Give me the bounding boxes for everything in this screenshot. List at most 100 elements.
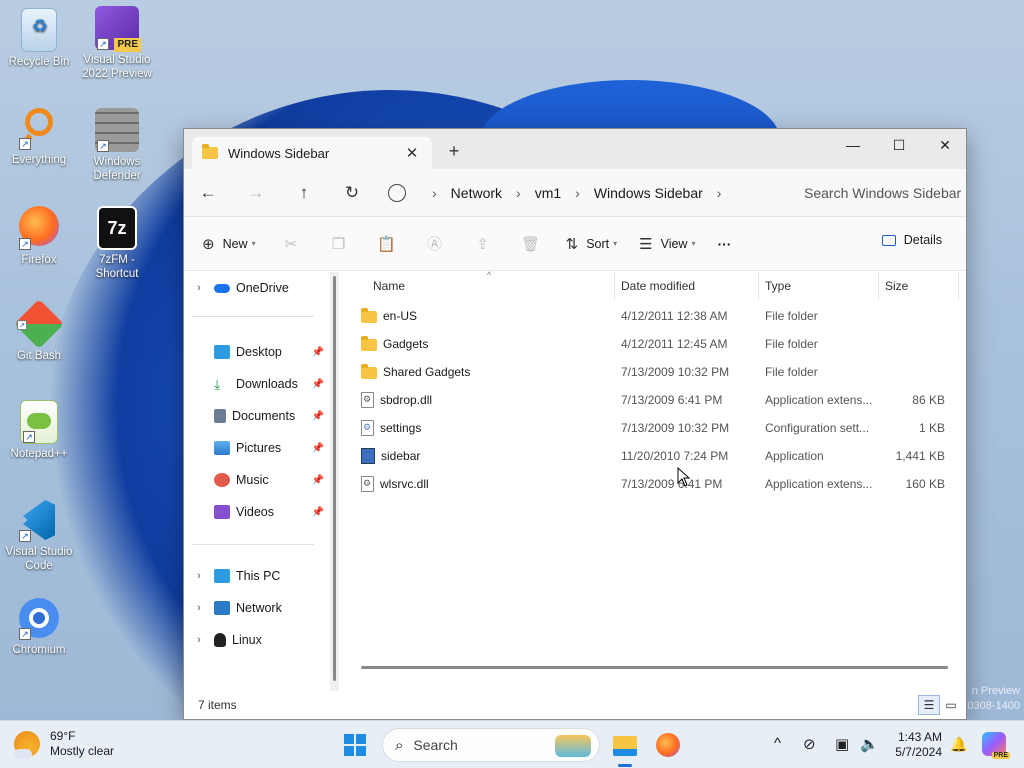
network-icon [214, 601, 230, 615]
network-status-icon[interactable]: ⊘ [803, 735, 816, 753]
shortcut-arrow-icon: ↗ [97, 38, 109, 50]
desktop-icon-everything[interactable]: ↗ Everything [0, 106, 78, 167]
file-size-cell: 160 KB [905, 477, 945, 491]
desktop-icon-vscode[interactable]: ↗ Visual Studio Code [0, 498, 78, 573]
more-options-button[interactable]: ··· [717, 236, 731, 252]
forward-button[interactable]: → [232, 183, 280, 203]
document-icon [214, 409, 226, 423]
taskbar-firefox[interactable] [652, 729, 684, 761]
file-type-cell: Configuration sett... [765, 421, 870, 435]
taskbar-file-explorer[interactable] [609, 729, 641, 767]
sort-button[interactable]: ⇅ Sort ▾ [566, 235, 618, 253]
desktop-icon-visual-studio[interactable]: PRE ↗ Visual Studio 2022 Preview [78, 6, 156, 81]
sidebar-item-downloads[interactable]: ⤓ Downloads 📌 [184, 370, 324, 398]
refresh-button[interactable]: ↻ [328, 183, 376, 203]
chevron-right-icon[interactable]: › [184, 282, 214, 294]
table-row[interactable]: settings 7/13/2009 10:32 PM Configuration … [339, 414, 966, 442]
system-clock[interactable]: 1:43 AM 5/7/2024 [892, 730, 942, 760]
share-icon[interactable]: ⇪ [470, 235, 496, 253]
display-icon[interactable]: ▣ [835, 735, 849, 753]
file-rows: en-US 4/12/2011 12:38 AM File folder Gadget… [339, 302, 966, 498]
new-button[interactable]: ⊕ New ▾ [202, 235, 256, 253]
tiles-view-button[interactable]: ▭ [940, 695, 962, 715]
weather-widget[interactable]: 69°F Mostly clear [14, 729, 114, 759]
table-row[interactable]: sidebar 11/20/2010 7:24 PM Application 1,44… [339, 442, 966, 470]
rename-icon[interactable]: Ⓐ [422, 233, 448, 254]
table-row[interactable]: wlsrvc.dll7/13/2009 6:41 PMApplication e… [339, 470, 966, 498]
desktop-icon-chromium[interactable]: ↗ Chromium [0, 596, 78, 657]
file-list: ^ Name Date modified Type Size en-US 4/12… [339, 270, 966, 691]
copy-icon[interactable]: ❐ [326, 235, 352, 253]
desktop-icon-recycle-bin[interactable]: ♻ Recycle Bin [0, 8, 78, 69]
sidebar-item-network[interactable]: › Network [184, 594, 324, 622]
start-button[interactable] [344, 734, 366, 756]
up-button[interactable]: ↑ [280, 183, 328, 203]
breadcrumb[interactable]: › Network › vm1 › Windows Sidebar › [388, 176, 768, 210]
horizontal-scrollbar[interactable] [361, 666, 948, 669]
sidebar-item-documents[interactable]: Documents 📌 [184, 402, 324, 430]
breadcrumb-separator[interactable]: › [516, 185, 521, 201]
explorer-body: › OneDrive Desktop 📌 ⤓ Downloads 📌 Docum… [184, 270, 966, 691]
breadcrumb-separator[interactable]: › [575, 185, 580, 201]
table-row[interactable]: Gadgets 4/12/2011 12:45 AM File folder [339, 330, 966, 358]
notification-bell-icon[interactable]: 🔔 [950, 736, 967, 753]
sidebar-item-videos[interactable]: Videos 📌 [184, 498, 324, 526]
sidebar-item-music[interactable]: Music 📌 [184, 466, 324, 494]
tab-close-button[interactable]: ✕ [402, 144, 422, 162]
firefox-icon: ↗ [17, 206, 61, 250]
chevron-right-icon[interactable]: › [184, 602, 214, 614]
show-hidden-icons-chevron[interactable]: ^ [774, 735, 781, 752]
breadcrumb-windows-sidebar[interactable]: Windows Sidebar [594, 185, 703, 201]
chevron-right-icon[interactable]: › [184, 570, 214, 582]
column-date-modified[interactable]: Date modified [615, 271, 759, 300]
tab-windows-sidebar[interactable]: Windows Sidebar ✕ [192, 137, 432, 169]
column-type[interactable]: Type [759, 271, 879, 300]
breadcrumb-separator[interactable]: › [432, 185, 437, 201]
sidebar-item-desktop[interactable]: Desktop 📌 [184, 338, 324, 366]
status-bar: 7 items ☰ ▭ [184, 691, 966, 719]
sidebar-item-this-pc[interactable]: › This PC [184, 562, 324, 590]
notepad-plus-plus-icon: ↗ [20, 400, 58, 444]
folder-icon [202, 144, 218, 159]
breadcrumb-separator[interactable]: › [717, 185, 722, 201]
desktop-icon-windows-defender[interactable]: ↗ Windows Defender [78, 108, 156, 183]
minimize-button[interactable]: — [830, 129, 876, 161]
navigation-scrollbar[interactable] [330, 272, 339, 691]
view-lines-icon: ☰ [639, 235, 653, 253]
details-view-button[interactable]: ☰ [918, 695, 940, 715]
copilot-icon[interactable]: PRE [982, 732, 1010, 759]
breadcrumb-vm1[interactable]: vm1 [535, 185, 561, 201]
file-type-cell: Application [765, 449, 824, 463]
sidebar-item-pictures[interactable]: Pictures 📌 [184, 434, 324, 462]
desktop-icon-firefox[interactable]: ↗ Firefox [0, 204, 78, 267]
details-pane-button[interactable]: Details [881, 233, 942, 247]
view-button[interactable]: ☰ View ▾ [639, 235, 695, 253]
desktop-icon [214, 345, 230, 359]
sidebar-item-onedrive[interactable]: › OneDrive [184, 274, 324, 302]
maximize-button[interactable]: ☐ [876, 129, 922, 161]
cut-icon[interactable]: ✂ [278, 235, 304, 253]
back-button[interactable]: ← [184, 183, 232, 203]
clock-time: 1:43 AM [897, 730, 942, 744]
chevron-right-icon[interactable]: › [184, 634, 214, 646]
sidebar-item-linux[interactable]: › Linux [184, 626, 324, 654]
table-row[interactable]: sbdrop.dll 7/13/2009 6:41 PM Application e… [339, 386, 966, 414]
paste-icon[interactable]: 📋 [374, 235, 400, 253]
column-size[interactable]: Size [879, 271, 959, 300]
close-button[interactable]: ✕ [922, 129, 966, 161]
desktop-icon-git-bash[interactable]: ↗ Git Bash [0, 299, 78, 363]
search-input[interactable]: Search Windows Sidebar [788, 177, 966, 209]
file-type-cell: File folder [765, 365, 818, 379]
breadcrumb-network[interactable]: Network [451, 185, 502, 201]
scrollbar-thumb[interactable] [333, 276, 336, 681]
desktop-icon-notepad-plus-plus[interactable]: ↗ Notepad++ [0, 400, 78, 461]
new-tab-button[interactable]: + [442, 141, 466, 162]
volume-icon[interactable]: 🔈 [860, 735, 879, 753]
delete-icon[interactable]: 🗑 [518, 235, 544, 253]
table-row[interactable]: Shared Gadgets 7/13/2009 10:32 PM File fol… [339, 358, 966, 386]
table-row[interactable]: en-US 4/12/2011 12:38 AM File folder [339, 302, 966, 330]
taskbar-search[interactable]: ⌕ Search [382, 728, 600, 762]
column-name[interactable]: Name [339, 271, 615, 300]
desktop-icon-7zfm[interactable]: 7z 7zFM - Shortcut [78, 206, 156, 281]
command-bar: ⊕ New ▾ ✂ ❐ 📋 Ⓐ ⇪ 🗑 ⇅ Sort ▾ ☰ View ▾ ··… [184, 217, 966, 271]
